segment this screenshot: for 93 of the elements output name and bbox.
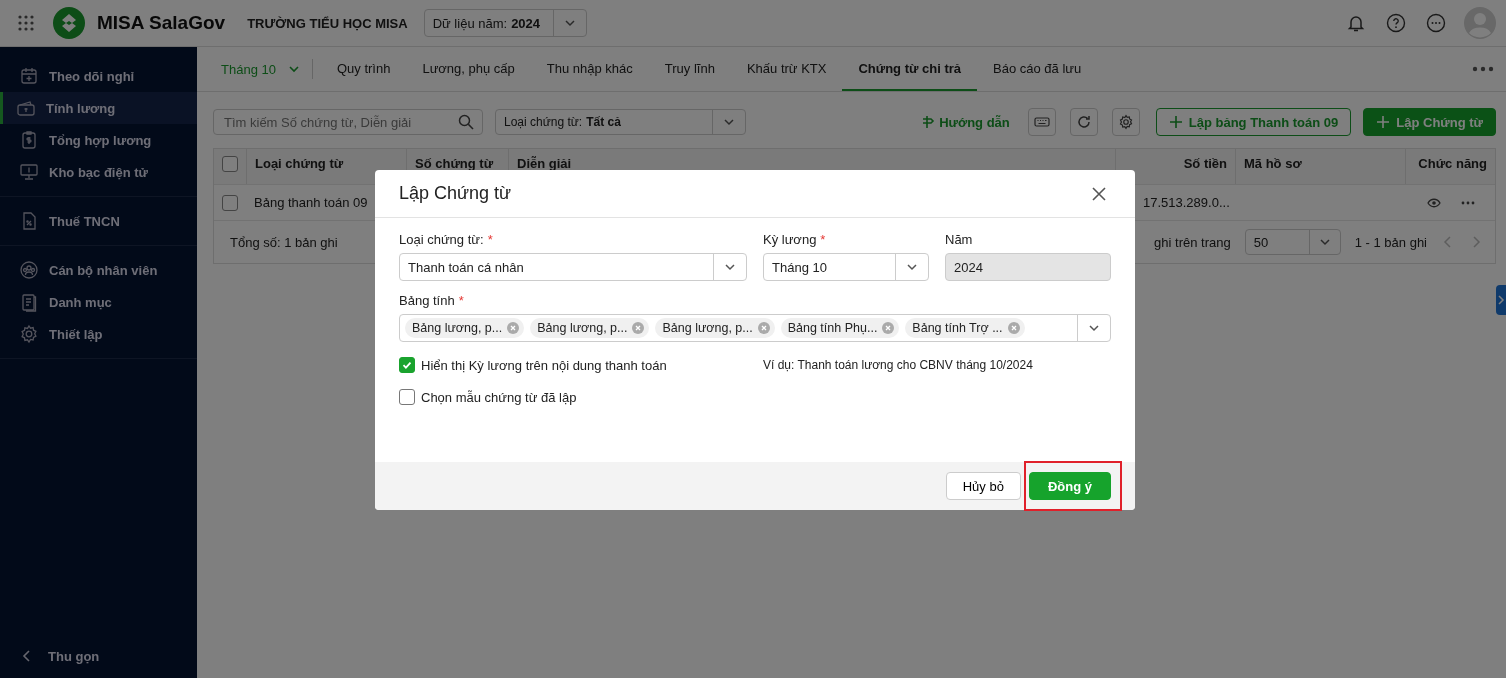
signpost-icon bbox=[921, 115, 936, 129]
select-all-checkbox[interactable] bbox=[222, 155, 238, 172]
more-horizontal-icon[interactable] bbox=[1472, 66, 1494, 72]
keyboard-icon bbox=[1033, 114, 1050, 130]
search-icon bbox=[458, 114, 474, 130]
document-list-icon bbox=[19, 292, 39, 312]
organization-name: TRƯỜNG TIỂU HỌC MISA bbox=[247, 15, 408, 31]
field-label: Bảng tính bbox=[399, 293, 455, 308]
tab[interactable]: Thu nhập khác bbox=[530, 47, 649, 91]
worksheet-tag: Bảng lương, p... bbox=[655, 318, 775, 338]
app-logo-icon bbox=[53, 7, 85, 39]
tab[interactable]: Chứng từ chi trả bbox=[842, 47, 978, 91]
total-records: Tổng số: 1 bản ghi bbox=[230, 234, 338, 250]
help-icon[interactable] bbox=[1386, 13, 1406, 33]
sidebar-item[interactable]: Danh mục bbox=[0, 286, 197, 318]
tab[interactable]: Báo cáo đã lưu bbox=[977, 47, 1098, 91]
search-field[interactable]: Tìm kiếm Số chứng từ, Diễn giải bbox=[213, 109, 483, 135]
close-icon[interactable] bbox=[1091, 185, 1107, 202]
cancel-button[interactable]: Hủy bỏ bbox=[945, 472, 1021, 500]
remove-tag-icon[interactable] bbox=[882, 322, 895, 334]
required-mark: * bbox=[458, 293, 464, 308]
sidebar-item[interactable]: Thiết lập bbox=[0, 318, 197, 350]
worksheet-tag: Bảng tính Trợ ... bbox=[905, 318, 1025, 338]
tab[interactable]: Khấu trừ KTX bbox=[730, 47, 843, 91]
refresh-icon bbox=[1075, 114, 1092, 130]
remove-tag-icon[interactable] bbox=[507, 322, 520, 334]
remove-tag-icon[interactable] bbox=[757, 322, 770, 334]
chevron-down-icon bbox=[723, 116, 735, 128]
voucher-type-filter[interactable]: Loại chứng từ: Tất cả bbox=[495, 109, 746, 135]
checkmark-icon bbox=[401, 359, 413, 371]
sidebar-item[interactable]: Tổng hợp lương bbox=[0, 124, 197, 156]
refresh-button[interactable] bbox=[1069, 108, 1098, 136]
voucher-type-select[interactable]: Thanh toán cá nhân bbox=[399, 253, 747, 281]
chevron-down-icon bbox=[724, 261, 736, 273]
dialog-title: Lập Chứng từ bbox=[399, 183, 512, 204]
page-size-select[interactable]: 50 bbox=[1244, 229, 1341, 255]
row-checkbox[interactable] bbox=[222, 194, 238, 211]
column-header: Chức năng bbox=[1405, 149, 1495, 184]
period-select[interactable]: Tháng 10 bbox=[763, 253, 929, 281]
worksheet-multiselect[interactable]: Bảng lương, p... Bảng lương, p... Bảng lương, p... Bảng tính Phụ... Bảng tính Trợ ... bbox=[399, 314, 1111, 342]
chevron-down-icon bbox=[287, 63, 300, 75]
confirm-button[interactable]: Đồng ý bbox=[1028, 472, 1111, 500]
remove-tag-icon[interactable] bbox=[1007, 322, 1020, 334]
example-text: Ví dụ: Thanh toán lương cho CBNV tháng 10/2024 bbox=[763, 358, 1033, 372]
worksheet-tag: Bảng lương, p... bbox=[405, 318, 525, 338]
period-select[interactable]: Tháng 10 bbox=[221, 61, 312, 77]
settings-icon bbox=[1117, 114, 1134, 130]
sidebar-item[interactable]: Kho bạc điện tử bbox=[0, 156, 197, 188]
field-label: Kỳ lương bbox=[763, 232, 817, 247]
tab[interactable]: Truy lĩnh bbox=[648, 47, 731, 91]
chevron-right-icon bbox=[1497, 295, 1505, 305]
worksheet-tag: Bảng lương, p... bbox=[530, 318, 650, 338]
more-options-icon[interactable] bbox=[1426, 13, 1446, 33]
notification-bell-icon[interactable] bbox=[1346, 13, 1366, 33]
option-checkbox[interactable]: Chọn mẫu chứng từ đã lập bbox=[399, 389, 763, 405]
record-range: 1 - 1 bản ghi bbox=[1354, 234, 1427, 250]
people-group-icon bbox=[19, 260, 39, 280]
chevron-down-icon bbox=[1318, 236, 1331, 248]
sidebar-item[interactable]: Theo dõi nghỉ bbox=[0, 60, 197, 92]
tab[interactable]: Lương, phụ cấp bbox=[406, 47, 531, 91]
option-checkbox[interactable]: Hiển thị Kỳ lương trên nội dung thanh toán bbox=[399, 357, 763, 373]
required-mark: * bbox=[820, 232, 826, 247]
settings-button[interactable] bbox=[1111, 108, 1140, 136]
guide-link[interactable]: Hướng dẫn bbox=[921, 114, 1010, 130]
chevron-down-icon bbox=[1088, 322, 1100, 334]
field-label: Loại chứng từ: bbox=[399, 232, 484, 247]
remove-tag-icon[interactable] bbox=[632, 322, 645, 334]
chevron-down-icon bbox=[906, 261, 918, 273]
worksheet-tag: Bảng tính Phụ... bbox=[780, 318, 900, 338]
page-size-label: ghi trên trang bbox=[1154, 234, 1231, 250]
apps-grid-icon[interactable] bbox=[18, 15, 34, 31]
create-payment-table-button[interactable]: Lập bảng Thanh toán 09 bbox=[1155, 108, 1352, 136]
plus-icon bbox=[1168, 115, 1183, 129]
plus-icon bbox=[1376, 115, 1391, 129]
calendar-icon bbox=[19, 66, 39, 86]
column-header: Mã hồ sơ bbox=[1235, 149, 1405, 184]
wallet-icon bbox=[16, 98, 36, 118]
field-label: Năm bbox=[945, 232, 974, 247]
monitor-dollar-icon bbox=[19, 162, 39, 182]
table-cell-text: 17.513.289.0... bbox=[1142, 194, 1231, 212]
year-select[interactable]: Dữ liệu năm: 2024 bbox=[423, 9, 587, 37]
chevron-down-icon bbox=[563, 17, 576, 29]
required-mark: * bbox=[487, 232, 493, 247]
collapse-sidebar-button[interactable]: Thu gọn bbox=[0, 634, 197, 678]
sidebar-item[interactable]: Tính lương bbox=[0, 92, 197, 124]
expand-panel-tab[interactable] bbox=[1496, 285, 1506, 315]
sidebar-item[interactable]: Thuế TNCN bbox=[0, 205, 197, 237]
keyboard-button[interactable] bbox=[1027, 108, 1056, 136]
sidebar-item[interactable]: Cán bộ nhân viên bbox=[0, 254, 197, 286]
clipboard-dollar-icon bbox=[19, 130, 39, 150]
settings-icon bbox=[19, 324, 39, 344]
tab[interactable]: Quy trình bbox=[320, 47, 407, 91]
app-name: MISA SalaGov bbox=[97, 12, 226, 34]
